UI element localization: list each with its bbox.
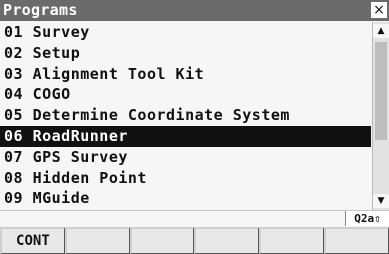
program-item[interactable]: 08 Hidden Point — [0, 168, 371, 189]
program-item[interactable]: 09 MGuide — [0, 188, 371, 209]
title-bar: Programs × — [0, 0, 389, 21]
program-item[interactable]: 05 Determine Coordinate System — [0, 105, 371, 126]
program-list: 01 Survey 02 Setup 03 Alignment Tool Kit… — [0, 22, 371, 210]
f6-button[interactable] — [323, 227, 389, 254]
down-arrow-icon[interactable]: ▼ — [373, 194, 389, 208]
close-icon[interactable]: × — [371, 2, 387, 18]
function-key-bar: CONT — [0, 227, 389, 254]
program-item-selected[interactable]: 06 RoadRunner — [0, 125, 371, 147]
vertical-scrollbar[interactable]: ▲ ▼ — [372, 22, 389, 210]
input-mode-indicator: Q2a⇧ — [345, 211, 389, 226]
f3-button[interactable] — [129, 227, 195, 254]
f2-button[interactable] — [64, 227, 130, 254]
scroll-thumb[interactable] — [375, 42, 387, 140]
up-arrow-icon[interactable]: ▲ — [373, 24, 389, 38]
f4-button[interactable] — [194, 227, 260, 254]
program-item[interactable]: 01 Survey — [0, 22, 371, 43]
f5-button[interactable] — [259, 227, 324, 254]
program-item[interactable]: 04 COGO — [0, 84, 371, 105]
program-item[interactable]: 03 Alignment Tool Kit — [0, 64, 371, 85]
status-bar: Q2a⇧ — [0, 210, 389, 226]
f1-cont-button[interactable]: CONT — [0, 227, 65, 254]
program-item[interactable]: 02 Setup — [0, 43, 371, 64]
window-title: Programs — [3, 1, 78, 19]
program-item[interactable]: 07 GPS Survey — [0, 147, 371, 168]
